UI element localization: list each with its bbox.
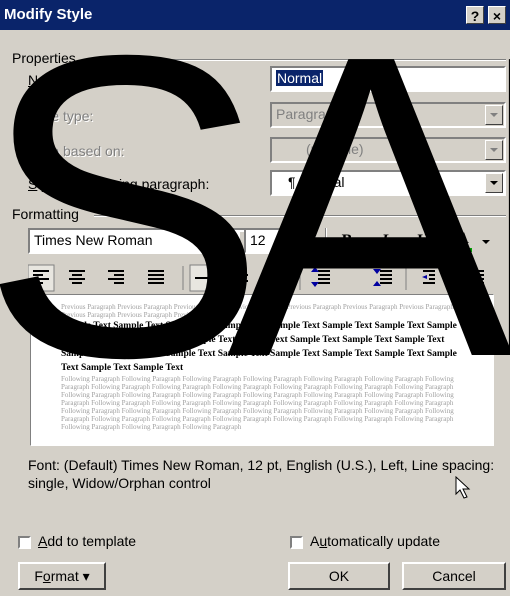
space-after-icon[interactable] [373,269,392,286]
style-preview: Previous Paragraph Previous Paragraph Pr… [30,294,494,446]
preview-sample-text: Sample Text Sample Text Sample Text Samp… [61,321,457,373]
preview-following-paragraph: Following Paragraph Following Paragraph … [61,375,454,431]
formatting-header: Formatting [12,206,79,222]
close-button[interactable]: × [488,6,506,24]
font-value: Times New Roman [34,232,153,248]
following-style-select[interactable]: ¶ Normal [270,170,506,196]
automatically-update-label: Automatically update [310,533,440,549]
toolbar-separator [325,228,327,254]
based-on-label: Style based on: [28,143,125,159]
add-to-template-label: Add to template [38,533,137,549]
paragraph-toolbar [28,264,484,292]
chevron-down-icon [485,140,503,160]
style-type-label: Style type: [28,108,94,124]
name-label: Name: [28,72,70,88]
justify-icon[interactable] [148,270,164,284]
style-type-value: Paragraph [276,106,342,122]
mouse-cursor-icon [455,476,471,499]
align-right-icon[interactable] [108,270,124,284]
font-color-button[interactable]: A [450,226,476,252]
formatting-divider [94,215,506,217]
toolbar-separator [442,228,444,254]
following-label: Style for following paragraph: [28,176,210,192]
chevron-down-icon [485,105,503,125]
align-center-icon[interactable] [69,270,85,284]
format-button[interactable]: Format ▾ [18,562,106,590]
following-value: ¶ Normal [288,174,345,190]
font-color-icon: A [457,230,469,247]
double-spacing-icon[interactable] [272,272,288,284]
space-before-icon[interactable] [311,267,330,287]
font-color-bar [454,248,472,252]
based-on-value: (no style) [306,141,364,157]
decrease-indent-icon[interactable] [422,270,435,284]
bold-button[interactable]: B [334,228,360,254]
window-title: Modify Style [4,6,93,23]
style-description: Font: (Default) Times New Roman, 12 pt, … [28,457,495,491]
increase-indent-icon[interactable] [471,270,484,284]
help-button[interactable]: ? [466,6,484,24]
properties-divider [96,59,506,61]
one-half-spacing-icon[interactable] [232,274,248,282]
chevron-down-icon [295,231,313,251]
cancel-button[interactable]: Cancel [402,562,506,590]
name-value: Normal [276,70,324,86]
preview-previous-paragraph: Previous Paragraph Previous Paragraph Pr… [61,303,454,319]
underline-button[interactable]: U [410,228,436,254]
properties-header: Properties [12,50,76,66]
based-on-select[interactable]: (no style) [270,137,506,163]
ok-button[interactable]: OK [288,562,390,590]
align-left-icon[interactable] [28,264,55,292]
font-size-value: 12 [250,232,266,248]
chevron-down-icon [485,173,503,193]
automatically-update-checkbox[interactable] [290,536,303,549]
italic-button[interactable]: I [372,228,398,254]
single-spacing-icon[interactable] [189,264,217,292]
style-type-select[interactable]: Paragraph [270,102,506,128]
font-color-dropdown-icon[interactable] [482,240,490,244]
title-bar: Modify Style ? × [0,0,510,30]
font-select[interactable]: Times New Roman [28,228,260,254]
add-to-template-checkbox[interactable] [18,536,31,549]
font-size-select[interactable]: 12 [244,228,316,254]
name-input[interactable]: Normal [270,66,506,92]
